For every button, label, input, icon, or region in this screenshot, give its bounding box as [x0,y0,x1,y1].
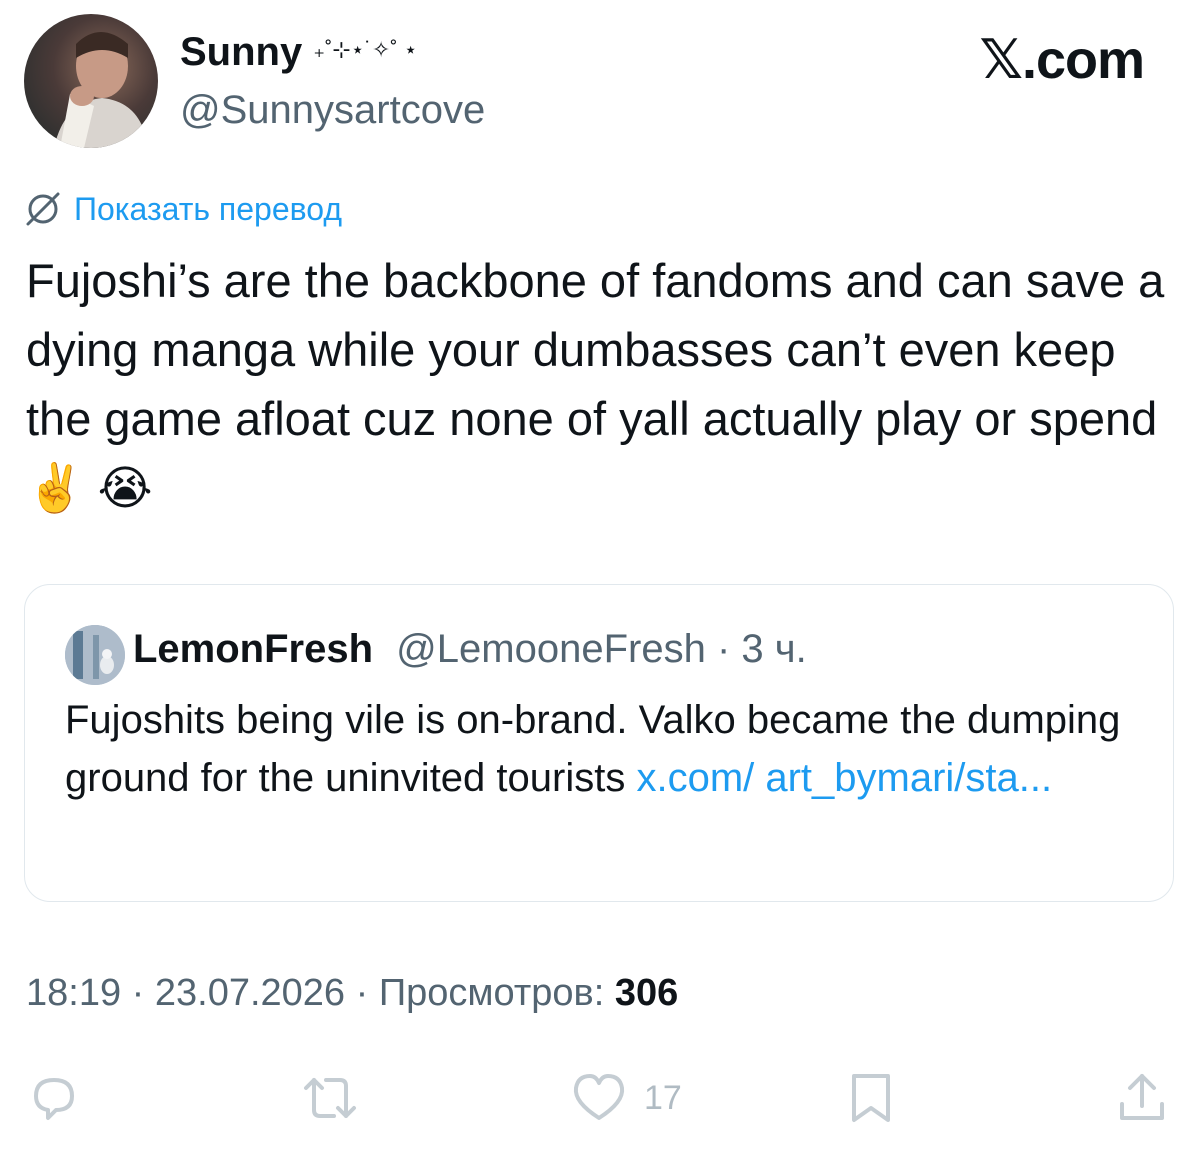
quoted-tweet-text: Fujoshits being vile is on-brand. Valko … [65,691,1145,807]
meta-separator-2: · [345,972,379,1014]
heart-icon [573,1074,625,1120]
like-count: 17 [644,1078,682,1117]
tweet-time[interactable]: 18:19 [26,972,121,1014]
author-avatar[interactable] [24,14,158,148]
action-bar: 17 [0,1060,1200,1140]
show-translation-link[interactable]: Показать перевод [24,190,342,228]
quoted-separator: · [705,627,742,671]
quoted-tweet-header: LemonFresh @LemooneFresh · 3 ч. [133,627,807,672]
bookmark-icon [852,1074,890,1122]
quoted-author-avatar[interactable] [65,625,125,685]
author-display-name[interactable]: Sunny ₊˚⊹⋆˙✧˚ ⋆ [180,30,417,75]
views-label: Просмотров: [378,972,605,1014]
tweet-meta: 18:19 · 23.07.2026 · Просмотров: 306 [26,972,678,1015]
views-count: 306 [614,972,679,1014]
reply-button[interactable] [26,1070,82,1126]
tweet-date[interactable]: 23.07.2026 [155,972,345,1014]
author-name-text: Sunny [180,30,303,74]
retweet-icon [304,1078,356,1118]
meta-separator: · [121,972,155,1014]
retweet-button[interactable] [300,1070,360,1126]
reply-icon [34,1078,74,1120]
quoted-author-handle[interactable]: @LemooneFresh [396,627,706,671]
share-button[interactable] [1114,1070,1170,1126]
like-button[interactable]: 17 [570,1070,682,1126]
bookmark-button[interactable] [846,1070,896,1126]
quoted-author-name[interactable]: LemonFresh [133,627,373,671]
quoted-tweet[interactable]: LemonFresh @LemooneFresh · 3 ч. Fujoshit… [24,584,1174,902]
name-decoration: ₊˚⊹⋆˙✧˚ ⋆ [313,37,418,62]
share-icon [1120,1074,1164,1120]
quoted-time[interactable]: 3 ч. [741,627,806,671]
brand-logo: 𝕏.com [979,30,1145,90]
tweet-text: Fujoshi’s are the backbone of fandoms an… [26,254,1165,514]
translate-icon [26,192,60,226]
author-handle[interactable]: @Sunnysartcove [180,88,485,133]
quoted-link[interactable]: x.com/ art_bymari/sta... [636,756,1052,800]
show-translation-label: Показать перевод [74,190,343,227]
